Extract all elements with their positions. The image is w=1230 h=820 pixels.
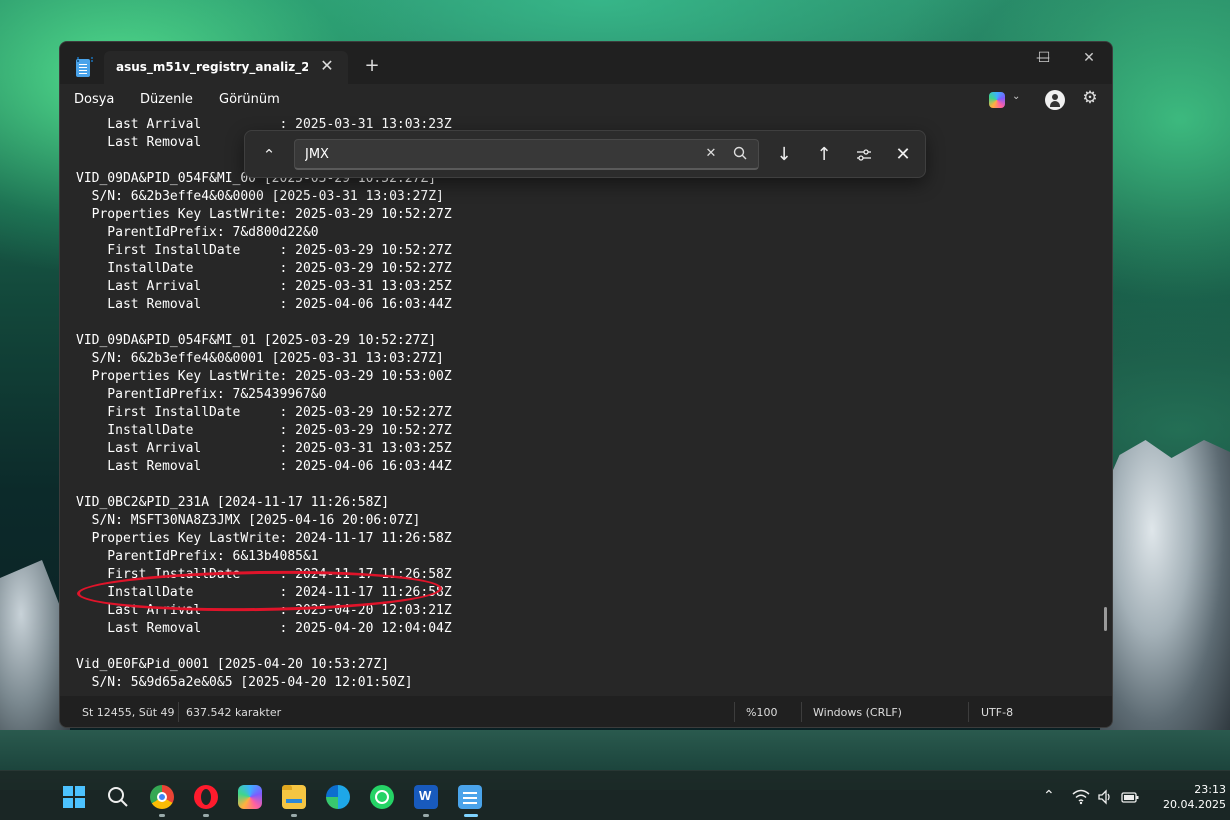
search-icon[interactable] [106, 785, 130, 809]
text-editor[interactable]: Last Arrival : 2025-03-31 13:03:23Z Last… [60, 116, 1100, 696]
copilot-icon[interactable] [989, 92, 1005, 108]
find-next-button[interactable]: ↓ [769, 141, 799, 169]
cursor-position: St 12455, Süt 49 [82, 706, 175, 719]
tab-title: asus_m51v_registry_analiz_20042025 [116, 60, 308, 74]
zoom-level[interactable]: %100 [746, 706, 777, 719]
running-indicator [159, 814, 165, 817]
running-indicator [291, 814, 297, 817]
start-button[interactable] [62, 785, 86, 809]
profile-icon[interactable] [1045, 90, 1065, 110]
menu-view[interactable]: Görünüm [219, 92, 280, 107]
status-divider [801, 702, 802, 722]
file-explorer-icon[interactable] [282, 785, 306, 809]
status-divider [968, 702, 969, 722]
edge-icon[interactable] [326, 785, 350, 809]
whatsapp-icon[interactable] [370, 785, 394, 809]
tray-overflow-icon[interactable]: ⌃ [1043, 788, 1055, 804]
find-input[interactable] [294, 139, 759, 170]
find-bar: ⌃ ✕ ↓ ↑ ✕ [244, 130, 926, 178]
taskbar: W ⌃ 23:13 20.04.2025 [0, 770, 1230, 820]
system-clock[interactable]: 23:13 20.04.2025 [1146, 782, 1226, 812]
document-tab[interactable]: asus_m51v_registry_analiz_20042025 ✕ [104, 51, 348, 84]
wifi-icon[interactable] [1072, 789, 1090, 809]
chrome-icon[interactable] [150, 785, 174, 809]
status-bar: St 12455, Süt 49 637.542 karakter %100 W… [60, 696, 1112, 727]
status-divider [178, 702, 179, 722]
notepad-window: asus_m51v_registry_analiz_20042025 ✕ + —… [59, 41, 1113, 728]
expand-replace-icon[interactable]: ⌃ [255, 144, 283, 166]
clock-time: 23:13 [1194, 783, 1226, 796]
menu-bar: Dosya Düzenle Görünüm [60, 84, 1112, 116]
copilot-taskbar-icon[interactable] [238, 785, 262, 809]
line-ending[interactable]: Windows (CRLF) [813, 706, 902, 719]
find-options-icon[interactable] [849, 141, 879, 169]
status-divider [734, 702, 735, 722]
running-indicator [203, 814, 209, 817]
close-find-button[interactable]: ✕ [888, 141, 918, 169]
active-indicator [464, 814, 478, 817]
notepad-taskbar-icon[interactable] [458, 785, 482, 809]
battery-icon[interactable] [1121, 790, 1139, 808]
find-previous-button[interactable]: ↑ [809, 141, 839, 169]
notepad-app-icon [76, 57, 93, 77]
clock-date: 20.04.2025 [1163, 798, 1226, 811]
word-icon[interactable]: W [414, 785, 438, 809]
title-bar[interactable]: asus_m51v_registry_analiz_20042025 ✕ + —… [60, 42, 1112, 84]
character-count: 637.542 karakter [186, 706, 282, 719]
encoding[interactable]: UTF-8 [981, 706, 1013, 719]
clear-search-icon[interactable]: ✕ [701, 144, 721, 164]
volume-icon[interactable] [1097, 789, 1113, 809]
maximize-button[interactable]: ☐ [1021, 46, 1067, 70]
tab-close-icon[interactable]: ✕ [318, 57, 336, 75]
new-tab-button[interactable]: + [362, 56, 382, 76]
running-indicator [423, 814, 429, 817]
opera-icon[interactable] [194, 785, 218, 809]
chevron-down-icon[interactable]: ⌄ [1012, 91, 1020, 102]
close-window-button[interactable]: ✕ [1066, 46, 1112, 70]
menu-edit[interactable]: Düzenle [140, 92, 193, 107]
wallpaper-mountain [1100, 440, 1230, 740]
menu-file[interactable]: Dosya [74, 92, 114, 107]
search-icon[interactable] [731, 144, 751, 164]
vertical-scrollbar-thumb[interactable] [1104, 607, 1107, 631]
settings-gear-icon[interactable]: ⚙ [1081, 89, 1099, 107]
